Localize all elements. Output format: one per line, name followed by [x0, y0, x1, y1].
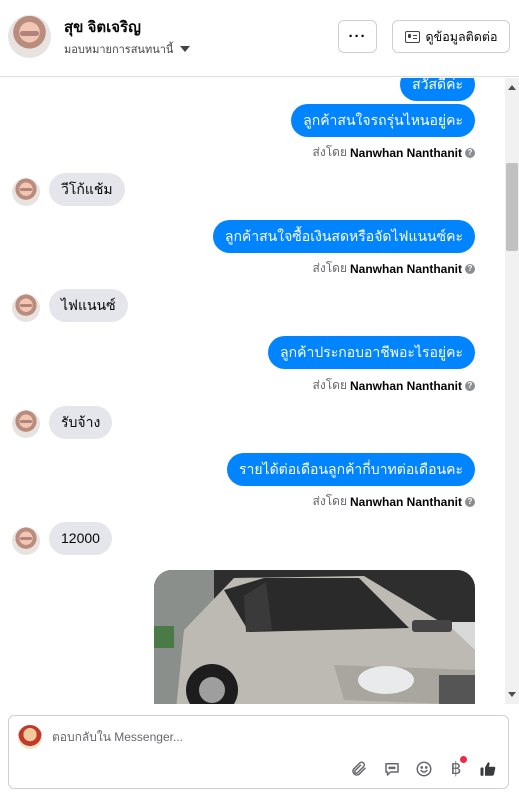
photo-attachment[interactable] — [154, 570, 475, 704]
baht-icon[interactable]: ฿ — [446, 756, 467, 779]
message-incoming[interactable]: วีโก้แช้ม — [49, 173, 125, 206]
message-incoming[interactable]: 12000 — [49, 522, 112, 555]
info-icon[interactable]: ? — [465, 496, 475, 507]
message-outgoing[interactable]: ลูกค้าประกอบอาชีพอะไรอยู่คะ — [268, 336, 475, 369]
contact-avatar-small — [12, 178, 40, 206]
message-thread[interactable]: สวัสดีค่ะ ลูกค้าสนใจรถรุ่นไหนอยู่คะ ส่งโ… — [0, 78, 505, 704]
sent-by-line: ส่งโดย Nanwhan Nanthanit ? — [313, 259, 475, 278]
scroll-down-arrow-icon[interactable] — [508, 692, 516, 697]
message-outgoing[interactable]: ลูกค้าสนใจซื้อเงินสดหรือจัดไฟแนนซ์คะ — [212, 220, 475, 253]
info-icon[interactable]: ? — [465, 263, 475, 274]
contact-avatar[interactable] — [8, 15, 51, 58]
sent-by-prefix: ส่งโดย — [312, 494, 347, 508]
page-avatar — [18, 725, 42, 749]
message-outgoing[interactable]: รายได้ต่อเดือนลูกค้ากี่บาทต่อเดือนคะ — [226, 453, 475, 486]
sent-by-line: ส่งโดย Nanwhan Nanthanit ? — [313, 143, 475, 162]
contact-card-icon — [404, 30, 420, 43]
chat-scrollbar[interactable] — [505, 78, 519, 704]
conversation-header: สุข จิตเจริญ มอบหมายการสนทนานี้ ··· ดูข้… — [0, 0, 519, 77]
assign-conversation-dropdown[interactable]: มอบหมายการสนทนานี้ — [64, 40, 191, 58]
assign-label: มอบหมายการสนทนานี้ — [64, 44, 174, 56]
reply-composer: ฿ — [8, 715, 509, 789]
sent-by-prefix: ส่งโดย — [312, 261, 347, 275]
contact-avatar-small — [12, 410, 40, 438]
sent-by-line: ส่งโดย Nanwhan Nanthanit ? — [313, 376, 475, 395]
chat-bubble-icon[interactable] — [382, 759, 402, 779]
view-contact-info-button[interactable]: ดูข้อมูลติดต่อ — [392, 20, 510, 53]
message-incoming[interactable]: ไฟแนนซ์ — [49, 289, 128, 322]
baht-symbol: ฿ — [450, 759, 462, 778]
contact-avatar-small — [12, 527, 40, 555]
message-outgoing[interactable]: สวัสดีค่ะ — [400, 78, 475, 101]
thumbs-up-icon[interactable] — [478, 759, 498, 779]
view-contact-info-label: ดูข้อมูลติดต่อ — [425, 29, 498, 44]
message-incoming[interactable]: รับจ้าง — [49, 406, 113, 439]
car-photo-image — [154, 570, 475, 704]
paperclip-icon[interactable] — [349, 759, 369, 779]
more-options-button[interactable]: ··· — [338, 20, 377, 53]
sender-name: Nanwhan Nanthanit — [349, 261, 462, 276]
sender-name: Nanwhan Nanthanit — [349, 494, 462, 509]
scroll-up-arrow-icon[interactable] — [508, 85, 516, 90]
info-icon[interactable]: ? — [465, 380, 475, 391]
message-outgoing[interactable]: ลูกค้าสนใจรถรุ่นไหนอยู่คะ — [291, 104, 475, 137]
sent-by-line: ส่งโดย Nanwhan Nanthanit ? — [313, 492, 475, 511]
sender-name: Nanwhan Nanthanit — [349, 145, 462, 160]
info-icon[interactable]: ? — [465, 147, 475, 158]
contact-name[interactable]: สุข จิตเจริญ — [64, 15, 141, 39]
contact-avatar-small — [12, 294, 40, 322]
emoji-icon[interactable] — [414, 759, 434, 779]
reply-input[interactable] — [52, 730, 492, 744]
sent-by-prefix: ส่งโดย — [312, 378, 347, 392]
sent-by-prefix: ส่งโดย — [312, 145, 347, 159]
notification-dot — [460, 756, 467, 763]
scrollbar-thumb[interactable] — [506, 163, 518, 251]
sender-name: Nanwhan Nanthanit — [349, 378, 462, 393]
caret-down-icon — [180, 46, 191, 52]
